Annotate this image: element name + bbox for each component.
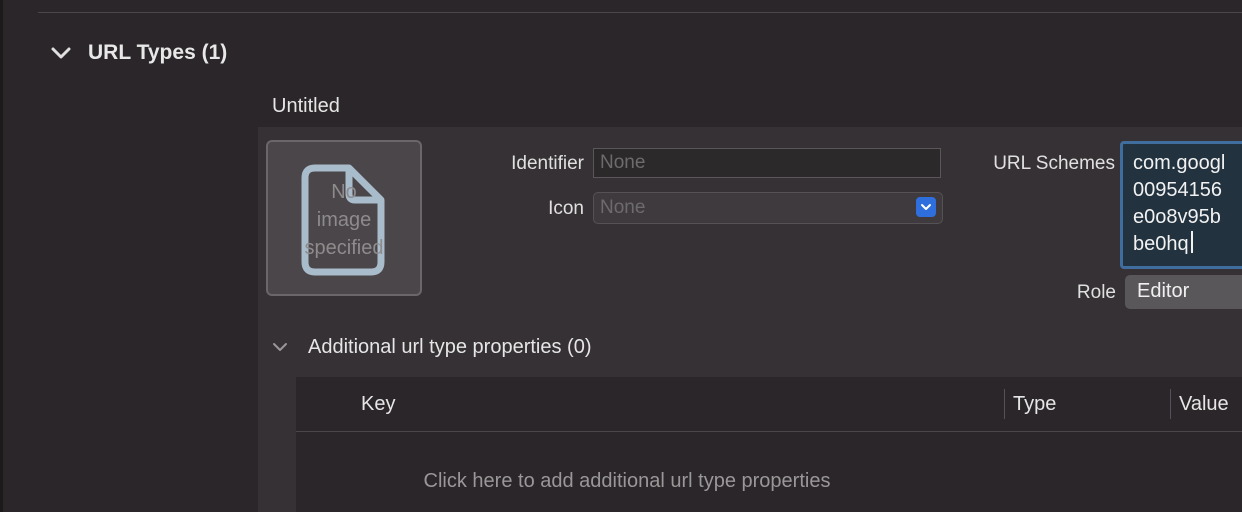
section-title: URL Types (1) — [88, 41, 228, 64]
scheme-line: e0o8v95b — [1133, 206, 1221, 228]
scheme-line: com.googl — [1133, 152, 1226, 174]
no-image-line: No — [331, 181, 357, 203]
no-image-line: image — [316, 209, 372, 231]
icon-popup[interactable]: None — [593, 192, 943, 224]
url-type-entry-title: Untitled — [272, 95, 340, 117]
identifier-label: Identifier — [511, 153, 584, 174]
url-types-editor: URL Types (1) Untitled No image specifie… — [0, 0, 1242, 512]
column-separator[interactable] — [1170, 389, 1171, 419]
column-separator[interactable] — [1004, 389, 1005, 419]
column-header-type[interactable]: Type — [1013, 393, 1056, 416]
identifier-placeholder: None — [600, 152, 646, 173]
scheme-line-text: be0hq — [1133, 233, 1189, 255]
scheme-line: 00954156 — [1133, 179, 1222, 201]
chevron-down-icon[interactable] — [270, 337, 290, 357]
additional-properties-header[interactable]: Additional url type properties (0) — [270, 333, 591, 361]
popup-arrow-icon — [916, 197, 936, 217]
role-popup[interactable]: Editor — [1125, 275, 1242, 309]
url-schemes-field[interactable]: com.googl 00954156 e0o8v95b be0hq — [1120, 141, 1242, 269]
role-label: Role — [1076, 282, 1116, 303]
scheme-line-last: be0hq — [1133, 231, 1242, 258]
no-image-text: No image specified — [268, 178, 420, 262]
icon-label: Icon — [548, 198, 584, 219]
chevron-down-icon[interactable] — [48, 40, 74, 66]
properties-table-header: Key Type Value — [296, 377, 1242, 432]
icon-popup-value: None — [600, 197, 646, 218]
url-schemes-label: URL Schemes — [993, 153, 1115, 174]
identifier-field[interactable]: None — [593, 148, 941, 178]
image-well[interactable]: No image specified — [266, 140, 422, 296]
column-header-key[interactable]: Key — [361, 393, 395, 416]
url-types-section-header[interactable]: URL Types (1) — [48, 36, 227, 70]
add-properties-hint[interactable]: Click here to add additional url type pr… — [296, 470, 958, 493]
additional-properties-title: Additional url type properties (0) — [308, 335, 592, 358]
window-edge — [0, 0, 3, 512]
role-popup-value: Editor — [1137, 280, 1190, 302]
no-image-line: specified — [304, 237, 384, 259]
column-header-value[interactable]: Value — [1179, 393, 1229, 416]
section-divider — [38, 12, 1242, 13]
properties-table-body[interactable]: Click here to add additional url type pr… — [296, 432, 1242, 512]
text-cursor — [1190, 231, 1193, 253]
